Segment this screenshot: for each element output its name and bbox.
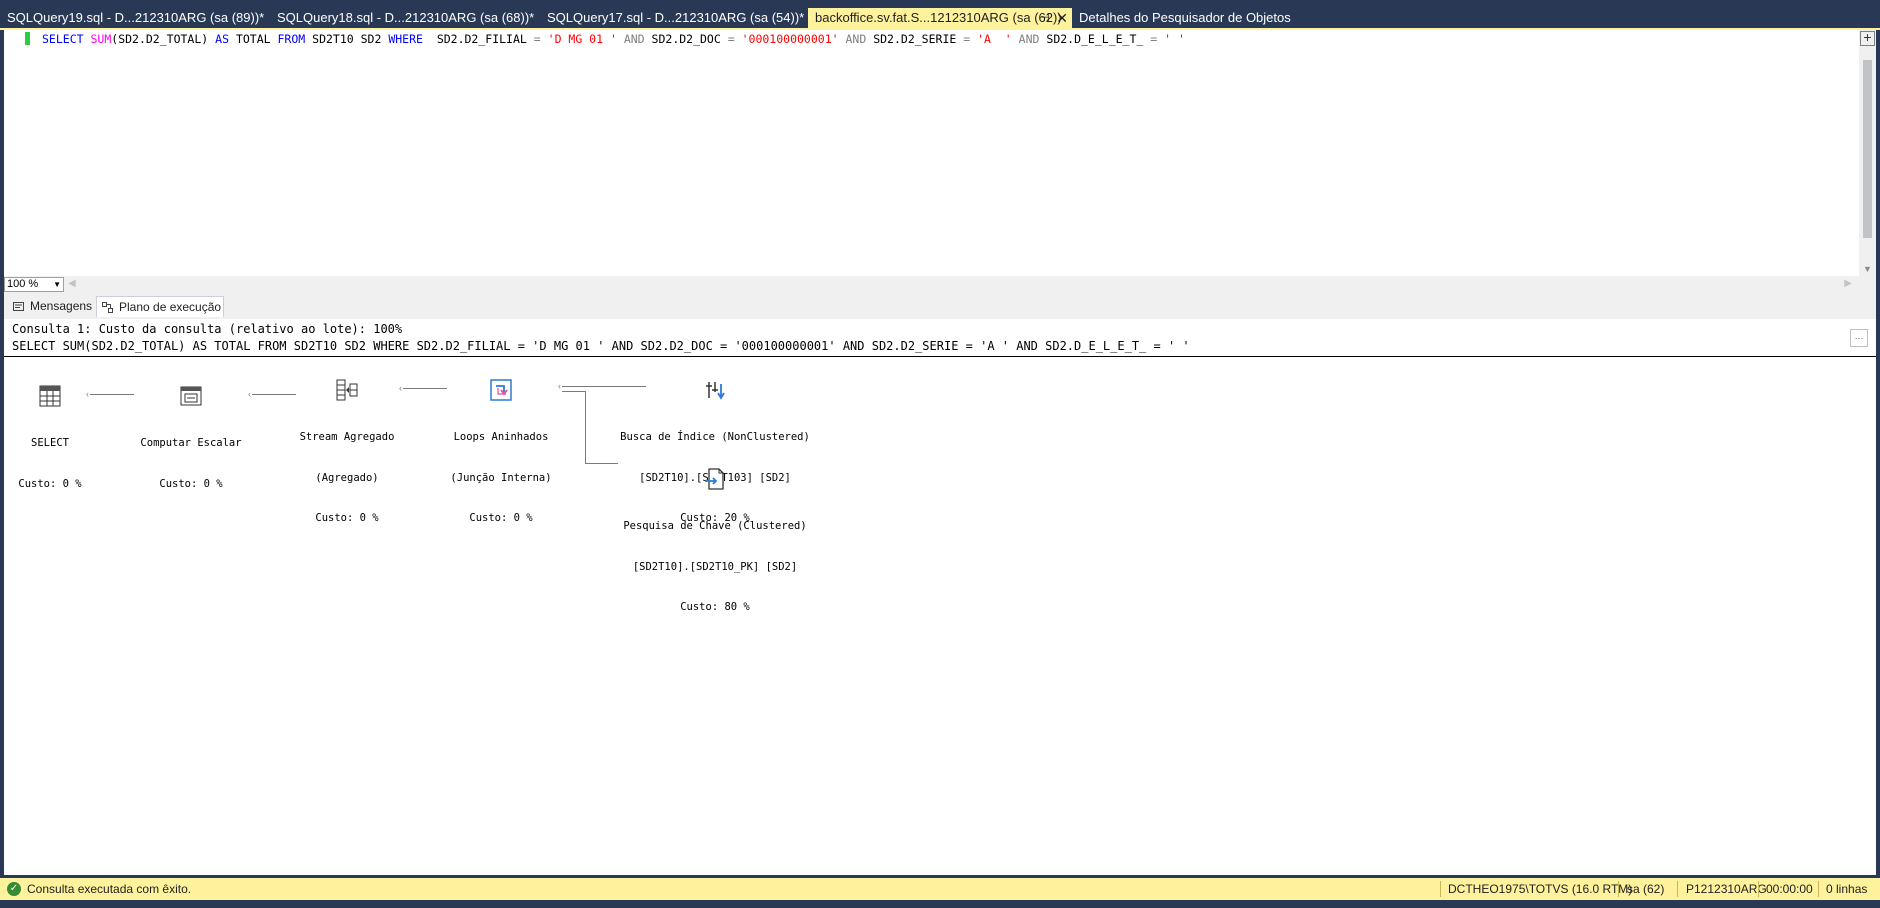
node-label: Loops Aninhados	[453, 431, 549, 443]
status-bar: ✓ Consulta executada com êxito. DCTHEO19…	[0, 878, 1880, 900]
divider	[1818, 881, 1819, 897]
more-options-button[interactable]: …	[1850, 329, 1868, 347]
editor-vertical-scrollbar[interactable]: + ▼	[1859, 30, 1876, 276]
status-server: DCTHEO1975\TOTVS (16.0 RTM)	[1448, 882, 1633, 896]
scroll-right-icon[interactable]: ▶	[1844, 278, 1852, 289]
plan-node-stream-aggregate[interactable]: Stream Agregado (Agregado) Custo: 0 %	[286, 351, 408, 553]
plan-header: Consulta 1: Custo da consulta (relativo …	[12, 321, 1190, 355]
tab-backoffice-active[interactable]: backoffice.sv.fat.S...1212310ARG (sa (62…	[808, 8, 1072, 28]
tab-label: backoffice.sv.fat.S...1212310ARG (sa (62…	[815, 10, 1062, 25]
scroll-down-icon[interactable]: ▼	[1863, 264, 1872, 274]
tab-sqlquery18[interactable]: SQLQuery18.sql - D...212310ARG (sa (68))…	[270, 8, 540, 28]
nested-loops-icon	[490, 379, 512, 401]
scroll-left-icon[interactable]: ◀	[68, 278, 76, 289]
editor-horizontal-bar: 100 % ▼ ◀ ▶	[4, 276, 1876, 293]
header-divider	[4, 356, 1876, 357]
close-icon[interactable]: ✕	[1056, 8, 1068, 28]
tab-object-explorer-details[interactable]: Detalhes do Pesquisador de Objetos	[1072, 8, 1372, 28]
document-tab-bar: SQLQuery19.sql - D...212310ARG (sa (89))…	[0, 8, 1880, 28]
tab-label: Detalhes do Pesquisador de Objetos	[1079, 10, 1291, 25]
connector-line	[90, 394, 134, 395]
node-label: SELECT	[31, 437, 69, 449]
divider	[1758, 881, 1759, 897]
zoom-value: 100 %	[7, 278, 39, 290]
compute-scalar-icon	[180, 386, 202, 406]
status-user: sa (62)	[1627, 882, 1665, 896]
zoom-select[interactable]: 100 % ▼	[4, 277, 64, 292]
query-editor[interactable]: SELECT SUM(SD2.D2_TOTAL) AS TOTAL FROM S…	[4, 30, 1876, 276]
tab-sqlquery19[interactable]: SQLQuery19.sql - D...212310ARG (sa (89))…	[0, 8, 270, 28]
status-elapsed: 00:00:00	[1766, 882, 1813, 896]
node-sublabel: (Junção Interna)	[450, 471, 552, 484]
node-label: Computar Escalar	[140, 437, 242, 449]
sql-text[interactable]: SELECT SUM(SD2.D2_TOTAL) AS TOTAL FROM S…	[42, 31, 1185, 47]
node-sublabel: [SD2T10].[SD2T10_PK] [SD2]	[632, 560, 798, 573]
tab-label: Plano de execução	[119, 300, 222, 314]
node-cost: Custo: 80 %	[680, 601, 750, 613]
tab-label: SQLQuery19.sql - D...212310ARG (sa (89))…	[7, 10, 265, 25]
plan-node-compute-scalar[interactable]: Computar Escalar Custo: 0 %	[130, 357, 252, 518]
status-rows: 0 linhas	[1826, 882, 1868, 896]
tab-messages[interactable]: Mensagens	[8, 296, 92, 317]
check-icon: ✓	[7, 882, 21, 896]
tab-label: Mensagens	[30, 299, 93, 313]
select-icon	[39, 385, 61, 407]
divider	[1677, 881, 1678, 897]
node-label: Stream Agregado	[299, 431, 395, 443]
chevron-down-icon: ▼	[53, 280, 61, 289]
node-label: Pesquisa de Chave (Clustered)	[623, 520, 807, 532]
split-window-icon[interactable]: +	[1860, 30, 1875, 46]
execution-plan-pane[interactable]: Consulta 1: Custo da consulta (relativo …	[4, 319, 1876, 875]
stream-aggregate-icon	[336, 379, 358, 401]
tab-label: SQLQuery17.sql - D...212310ARG (sa (54))…	[547, 10, 805, 25]
node-cost: Custo: 0 %	[18, 477, 82, 490]
tab-sqlquery17[interactable]: SQLQuery17.sql - D...212310ARG (sa (54))…	[540, 8, 810, 28]
connector-line	[562, 391, 586, 392]
status-database: P1212310ARG	[1686, 882, 1767, 896]
pin-icon[interactable]: ⊣	[1040, 8, 1050, 28]
query-text-line: SELECT SUM(SD2.D2_TOTAL) AS TOTAL FROM S…	[12, 339, 1190, 353]
messages-icon	[13, 302, 24, 311]
node-sublabel: (Agregado)	[315, 471, 379, 484]
node-cost: Custo: 0 %	[315, 512, 379, 524]
divider	[1618, 881, 1619, 897]
divider	[1440, 881, 1441, 897]
index-seek-icon	[706, 382, 725, 400]
node-cost: Custo: 0 %	[469, 512, 533, 524]
key-lookup-icon	[705, 468, 724, 490]
scroll-thumb[interactable]	[1863, 60, 1872, 238]
execution-plan-icon	[102, 302, 113, 313]
query-cost-line: Consulta 1: Custo da consulta (relativo …	[12, 322, 403, 336]
connector-line	[585, 391, 586, 463]
results-tab-strip: Mensagens Plano de execução	[4, 293, 1876, 319]
plan-node-nested-loops[interactable]: Loops Aninhados (Junção Interna) Custo: …	[440, 351, 562, 553]
change-tracking-marker	[25, 32, 30, 45]
plan-node-select[interactable]: SELECT Custo: 0 %	[10, 357, 90, 518]
tab-label: SQLQuery18.sql - D...212310ARG (sa (68))…	[277, 10, 535, 25]
node-cost: Custo: 0 %	[159, 477, 223, 490]
plan-node-key-lookup[interactable]: Pesquisa de Chave (Clustered) [SD2T10].[…	[610, 440, 820, 642]
tab-execution-plan[interactable]: Plano de execução	[96, 296, 224, 317]
status-message: Consulta executada com êxito.	[27, 882, 192, 896]
